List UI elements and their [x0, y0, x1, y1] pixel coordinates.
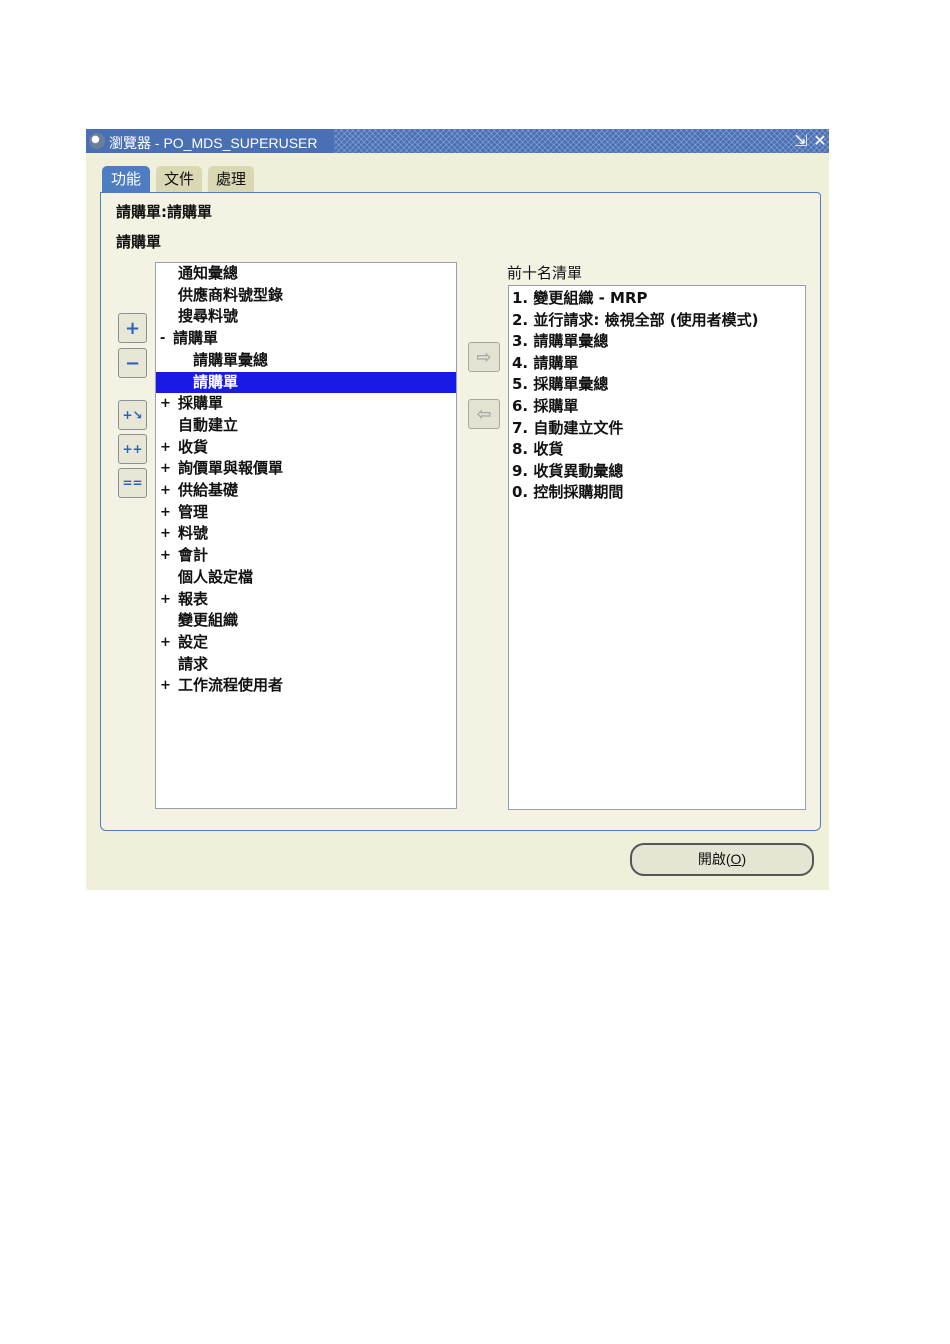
app-icon — [89, 133, 105, 149]
expand-branch-icon: +↘ — [122, 408, 143, 422]
expand-toggle[interactable]: + — [160, 393, 172, 414]
add-to-top10-button[interactable]: ⇨ — [468, 342, 500, 372]
tab-processes[interactable]: 處理 — [208, 166, 254, 192]
tree-node-label: 請購單彙總 — [193, 350, 269, 369]
tree-node[interactable]: 搜尋料號 — [156, 306, 456, 327]
tree-node[interactable]: 通知彙總 — [156, 263, 456, 284]
tab-functions[interactable]: 功能 — [102, 166, 150, 192]
expand-branch-button[interactable]: +↘ — [118, 400, 147, 430]
tree-node[interactable]: 變更組織 — [156, 610, 456, 631]
tree-node-label: 收貨 — [178, 437, 209, 456]
top10-item[interactable]: 7. 自動建立文件 — [512, 418, 623, 439]
top10-item[interactable]: 9. 收貨異動彙總 — [512, 461, 623, 482]
tree-node[interactable]: + 採購單 — [156, 393, 456, 414]
tree-node[interactable]: 供應商料號型錄 — [156, 285, 456, 306]
tree-node-label: 個人設定檔 — [178, 567, 254, 586]
tree-node-label: 料號 — [178, 524, 209, 543]
tree-node-label: 通知彙總 — [178, 264, 239, 282]
tree-node[interactable]: + 料號 — [156, 523, 456, 544]
tree-node[interactable]: 自動建立 — [156, 415, 456, 436]
tree-node-label: 請購單 — [173, 329, 219, 348]
expand-toggle[interactable]: + — [160, 545, 172, 566]
collapse-button[interactable]: − — [118, 348, 147, 378]
breadcrumb: 請購單:請購單 — [116, 203, 212, 221]
arrow-left-icon: ⇦ — [476, 403, 492, 425]
tree-node-label: 採購單 — [178, 394, 224, 413]
top10-item[interactable]: 0. 控制採購期間 — [512, 482, 623, 503]
expand-toggle[interactable]: + — [160, 523, 172, 544]
expand-all-button[interactable]: ++ — [118, 434, 147, 464]
tree-node-label: 自動建立 — [178, 415, 239, 434]
remove-from-top10-button[interactable]: ⇦ — [468, 399, 500, 429]
expand-plus-icon: + — [124, 317, 141, 339]
top10-item[interactable]: 1. 變更組織 - MRP — [512, 288, 648, 309]
top10-item[interactable]: 2. 並行請求: 檢視全部 (使用者模式) — [512, 310, 759, 331]
top10-list[interactable]: 1. 變更組織 - MRP 2. 並行請求: 檢視全部 (使用者模式) 3. 請… — [508, 285, 806, 810]
expand-all-icon: ++ — [122, 442, 143, 456]
tree-node[interactable]: + 設定 — [156, 632, 456, 653]
tree-node-label: 供給基礎 — [178, 481, 239, 499]
navigator-window: 瀏覽器 - PO_MDS_SUPERUSER ⇲ ✕ 功能 文件 處理 請購單:… — [86, 129, 829, 890]
tab-documents[interactable]: 文件 — [156, 166, 202, 192]
minimize-icon[interactable]: ⇲ — [793, 132, 809, 150]
top10-item[interactable]: 6. 採購單 — [512, 396, 578, 417]
collapse-all-button[interactable]: == — [118, 468, 147, 498]
expand-toggle[interactable]: + — [160, 437, 172, 458]
top10-label: 前十名清單 — [507, 264, 583, 282]
page-title: 請購單 — [116, 233, 162, 251]
top10-item[interactable]: 4. 請購單 — [512, 353, 578, 374]
tree-node[interactable]: + 收貨 — [156, 437, 456, 458]
tree-node[interactable]: + 管理 — [156, 502, 456, 523]
tree-node-selected[interactable]: 請購單 — [156, 371, 456, 393]
tree-node[interactable]: + 工作流程使用者 — [156, 675, 456, 696]
tree-node[interactable]: + 詢價單與報價單 — [156, 458, 456, 479]
tree-node-label: 變更組織 — [178, 611, 239, 630]
tree-node-label: 搜尋料號 — [178, 307, 239, 326]
open-button-label: 開啟 — [697, 851, 726, 867]
tree-node[interactable]: 請求 — [156, 654, 456, 675]
tree-node[interactable]: 請購單彙總 — [156, 350, 456, 371]
tree-node[interactable]: 個人設定檔 — [156, 567, 456, 588]
tree-node-label: 報表 — [178, 589, 209, 608]
tree-node-label: 工作流程使用者 — [178, 676, 284, 695]
tree-node-label: 詢價單與報價單 — [178, 459, 284, 478]
window-title: 瀏覽器 - PO_MDS_SUPERUSER — [109, 135, 318, 151]
open-button-paren-close: ) — [741, 851, 747, 867]
top10-item[interactable]: 3. 請購單彙總 — [512, 331, 608, 352]
collapse-minus-icon: − — [124, 352, 141, 374]
expand-toggle[interactable]: + — [160, 458, 172, 479]
arrow-right-icon: ⇨ — [476, 346, 492, 368]
tree-node[interactable]: + 報表 — [156, 589, 456, 610]
tree-node-label: 會計 — [178, 546, 209, 565]
collapse-all-icon: == — [122, 476, 143, 490]
tree-node-label: 管理 — [178, 502, 209, 521]
tree-node-label: 設定 — [178, 632, 209, 651]
function-tree[interactable]: 通知彙總 供應商料號型錄 搜尋料號 - 請購單 請購單彙總 請購單 + 採購單 自動… — [155, 262, 457, 809]
tree-node-label: 請求 — [178, 654, 209, 673]
expand-toggle[interactable]: + — [160, 480, 172, 501]
expand-toggle[interactable]: + — [160, 589, 172, 610]
collapse-toggle[interactable]: - — [160, 328, 172, 349]
close-icon[interactable]: ✕ — [812, 132, 828, 150]
expand-button[interactable]: + — [118, 313, 147, 343]
tree-node[interactable]: + 會計 — [156, 545, 456, 566]
expand-toggle[interactable]: + — [160, 632, 172, 653]
top10-item[interactable]: 8. 收貨 — [512, 439, 563, 460]
tree-node-label: 請購單 — [193, 372, 239, 391]
tree-node[interactable]: - 請購單 — [156, 328, 456, 349]
top10-item[interactable]: 5. 採購單彙總 — [512, 374, 608, 395]
open-button[interactable]: 開啟(O) — [630, 843, 814, 876]
title-bar[interactable]: 瀏覽器 - PO_MDS_SUPERUSER ⇲ ✕ — [86, 129, 829, 153]
tree-node-label: 供應商料號型錄 — [178, 285, 284, 304]
expand-toggle[interactable]: + — [160, 675, 172, 696]
open-button-mnemonic: O — [730, 851, 742, 867]
tree-node[interactable]: + 供給基礎 — [156, 480, 456, 501]
expand-toggle[interactable]: + — [160, 502, 172, 523]
